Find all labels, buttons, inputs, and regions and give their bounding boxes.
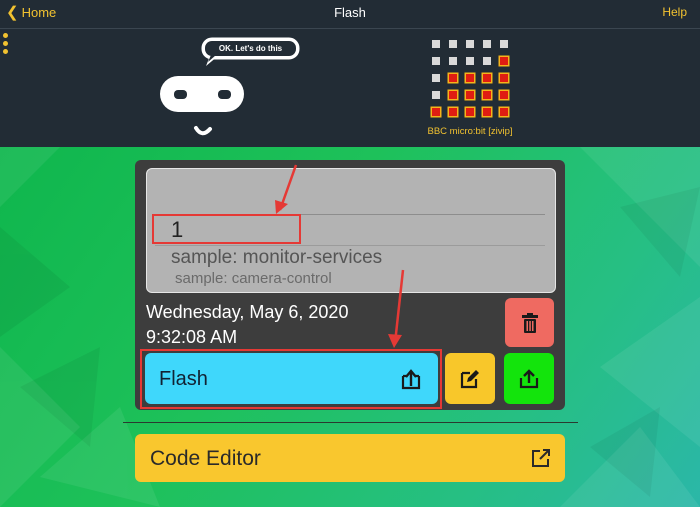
share-button[interactable]: [504, 353, 554, 404]
led-off: [432, 57, 440, 65]
share-icon: [519, 368, 539, 388]
code-editor-label: Code Editor: [150, 447, 261, 470]
led-on: [432, 108, 440, 116]
led-off: [483, 40, 491, 48]
led-off: [449, 40, 457, 48]
led-on: [449, 74, 457, 82]
led-on: [466, 74, 474, 82]
edit-button[interactable]: [445, 353, 495, 404]
preview-sample-line: sample: monitor-services: [171, 247, 383, 268]
device-panel[interactable]: BBC micro:bit [zivip]: [425, 36, 515, 137]
highlight-flash-button: [140, 349, 442, 409]
delete-button[interactable]: [505, 298, 554, 347]
led-off: [432, 40, 440, 48]
nav-divider: [0, 28, 700, 29]
led-on: [449, 91, 457, 99]
device-name: BBC micro:bit [zivip]: [427, 126, 513, 137]
led-on: [500, 108, 508, 116]
led-on: [466, 108, 474, 116]
led-on: [500, 57, 508, 65]
page-title: Flash: [334, 5, 366, 20]
led-on: [466, 91, 474, 99]
led-on: [483, 74, 491, 82]
led-on: [500, 91, 508, 99]
led-off: [432, 74, 440, 82]
led-on: [449, 108, 457, 116]
highlight-project-name: [152, 214, 301, 244]
led-off: [483, 57, 491, 65]
external-link-icon: [532, 449, 550, 467]
project-time: 9:32:08 AM: [146, 327, 238, 347]
section-divider: [123, 422, 578, 423]
code-editor-button[interactable]: Code Editor: [135, 434, 565, 482]
preview-sample-line: sample: camera-control: [175, 270, 332, 287]
project-timestamp: Wednesday, May 6, 2020 9:32:08 AM: [146, 300, 348, 350]
help-link[interactable]: Help: [662, 5, 687, 19]
led-on: [500, 74, 508, 82]
led-on: [483, 91, 491, 99]
led-on: [483, 108, 491, 116]
led-off: [466, 57, 474, 65]
mascot-robot: OK. Let's do this: [150, 36, 310, 146]
top-bar: ❮ Home Flash Help OK. Let's do this BBC …: [0, 0, 700, 147]
led-off: [449, 57, 457, 65]
project-date: Wednesday, May 6, 2020: [146, 302, 349, 322]
led-off: [432, 91, 440, 99]
mascot-speech: OK. Let's do this: [218, 44, 283, 53]
led-matrix: [432, 40, 512, 120]
more-vertical-icon[interactable]: [3, 33, 9, 55]
trash-icon: [521, 312, 538, 333]
led-off: [500, 40, 508, 48]
led-off: [466, 40, 474, 48]
edit-icon: [460, 369, 479, 388]
preview-divider: [155, 245, 545, 246]
